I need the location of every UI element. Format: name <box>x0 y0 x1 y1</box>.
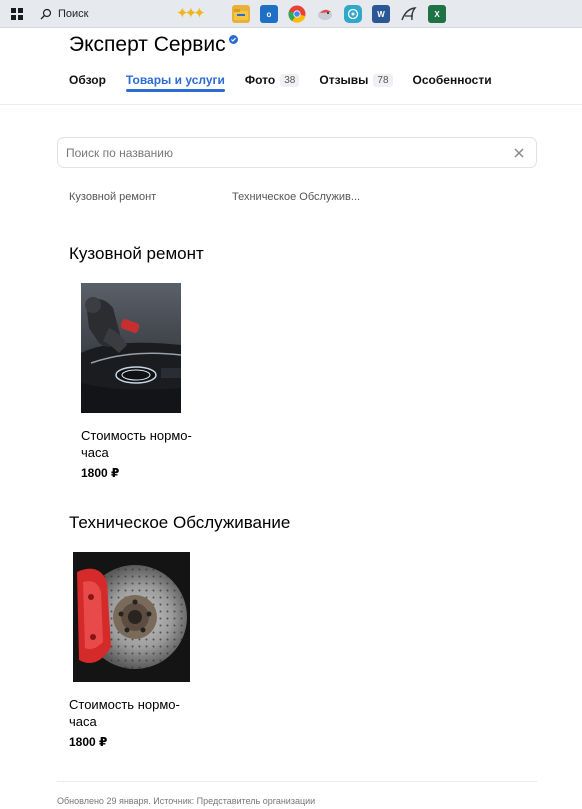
product-card[interactable]: Стоимость нормо-часа 1800 ₽ <box>81 283 206 480</box>
product-card[interactable]: Стоимость нормо-часа 1800 ₽ <box>69 552 198 749</box>
windows-taskbar: Поиск ✦✦✦ o W X <box>0 0 582 28</box>
product-search-box[interactable] <box>57 137 537 168</box>
word-icon[interactable]: W <box>372 5 390 23</box>
verified-badge-icon <box>228 35 238 44</box>
product-price: 1800 ₽ <box>81 466 120 480</box>
tab-photos-count: 38 <box>280 73 300 87</box>
category-body-repair[interactable]: Кузовной ремонт <box>69 191 232 203</box>
taskbar-search-label: Поиск <box>58 8 89 20</box>
organization-name: Эксперт Сервис <box>69 33 226 56</box>
tab-features-label: Особенности <box>412 73 492 87</box>
bird-app-icon[interactable] <box>316 5 334 23</box>
organization-tabs: Обзор Товары и услуги Фото 38 Отзывы 78 Ос… <box>69 68 512 92</box>
close-icon <box>514 147 524 158</box>
sparkle-icon[interactable]: ✦✦✦ <box>176 6 206 21</box>
windows-start-button[interactable] <box>0 0 34 28</box>
tab-products-services[interactable]: Товары и услуги <box>125 68 225 92</box>
organization-title: Эксперт Сервис <box>69 33 238 57</box>
product-price: 1800 ₽ <box>69 735 108 749</box>
clear-search-button[interactable] <box>507 141 531 165</box>
tab-reviews-count: 78 <box>373 73 393 87</box>
tab-photos[interactable]: Фото 38 <box>244 68 300 92</box>
tab-reviews-label: Отзывы <box>319 73 369 87</box>
windows-logo-icon <box>11 8 23 20</box>
product-name: Стоимость нормо-часа <box>81 428 192 460</box>
outlook-icon[interactable]: o <box>260 5 278 23</box>
pen-app-icon[interactable] <box>400 5 418 23</box>
product-image-car-polishing <box>81 283 181 413</box>
search-icon <box>40 8 52 20</box>
section-title-maintenance: Техническое Обслуживание <box>69 513 291 532</box>
product-image-brake-disc <box>73 552 190 682</box>
tab-photos-label: Фото <box>244 73 276 87</box>
footer-divider <box>57 781 537 782</box>
tab-overview[interactable]: Обзор <box>69 68 106 92</box>
chrome-icon[interactable] <box>288 5 306 23</box>
product-search-input[interactable] <box>66 145 507 160</box>
header-divider <box>0 104 582 105</box>
excel-icon[interactable]: X <box>428 5 446 23</box>
section-title-body-repair: Кузовной ремонт <box>69 244 204 263</box>
tab-products-services-label: Товары и услуги <box>125 73 225 87</box>
tab-overview-label: Обзор <box>69 73 106 87</box>
tab-features[interactable]: Особенности <box>413 68 492 92</box>
file-explorer-icon[interactable] <box>232 5 250 23</box>
category-maintenance[interactable]: Техническое Обслужив... <box>232 191 360 203</box>
update-info: Обновлено 29 января. Источник: Представи… <box>57 796 316 806</box>
taskbar-app-icons: o W X <box>232 5 446 23</box>
app-icon[interactable] <box>344 5 362 23</box>
category-filter: Кузовной ремонт Техническое Обслужив... <box>69 191 360 203</box>
product-name: Стоимость нормо-часа <box>69 697 180 729</box>
tab-reviews[interactable]: Отзывы 78 <box>319 68 393 92</box>
